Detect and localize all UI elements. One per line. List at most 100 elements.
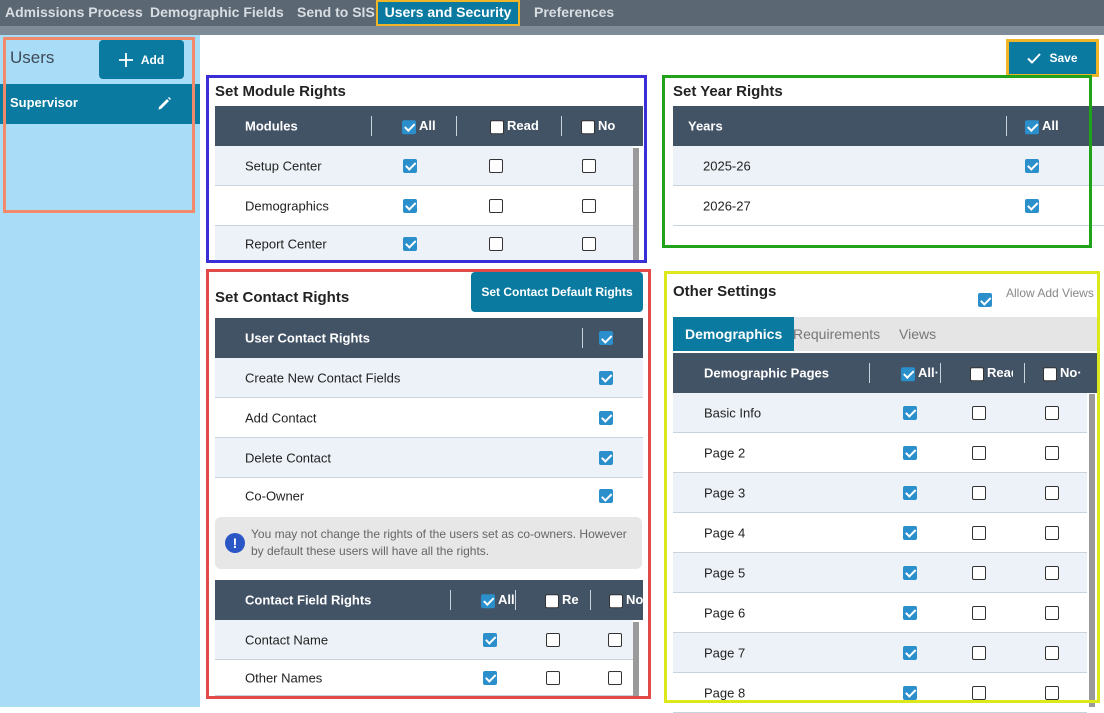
user-name: Supervisor	[10, 95, 78, 110]
module-no-header[interactable]: No	[581, 118, 615, 134]
contact-right-name: Co-Owner	[245, 488, 305, 504]
save-button[interactable]: Save	[1006, 39, 1099, 77]
field-read-header[interactable]: Re	[545, 592, 579, 608]
module-all-checkbox[interactable]	[403, 198, 417, 213]
field-read-checkbox[interactable]	[545, 593, 559, 608]
page-all-checkbox[interactable]	[903, 485, 917, 500]
page-no-checkbox[interactable]	[1045, 685, 1059, 700]
field-read-checkbox[interactable]	[546, 670, 560, 685]
page-no-checkbox[interactable]	[1045, 405, 1059, 420]
page-all-checkbox[interactable]	[903, 605, 917, 620]
pages-scrollbar[interactable]	[1089, 394, 1095, 707]
page-no-checkbox[interactable]	[1043, 366, 1057, 381]
page-all-checkbox[interactable]	[903, 645, 917, 660]
contact-field-scrollbar[interactable]	[633, 622, 639, 696]
page-read-checkbox[interactable]	[972, 565, 986, 580]
contact-right-checkbox[interactable]	[599, 450, 613, 465]
year-checkbox[interactable]	[1025, 198, 1039, 213]
demographic-page-row: Page 5	[673, 553, 1087, 593]
page-read-checkbox[interactable]	[972, 525, 986, 540]
field-no-header[interactable]: No	[609, 592, 643, 608]
tab-admissions-process[interactable]: Admissions Process	[5, 0, 143, 26]
field-all-checkbox[interactable]	[481, 593, 495, 608]
page-read-checkbox[interactable]	[972, 485, 986, 500]
module-read-checkbox[interactable]	[490, 119, 504, 134]
add-user-button[interactable]: Add	[99, 40, 184, 79]
page-no-checkbox[interactable]	[1045, 525, 1059, 540]
module-read-checkbox[interactable]	[489, 198, 503, 213]
contact-field-name: Contact Name	[245, 632, 329, 647]
user-contact-rights-all-checkbox[interactable]	[599, 331, 613, 345]
set-contact-default-rights-button[interactable]: Set Contact Default Rights	[471, 272, 643, 312]
module-no-checkbox[interactable]	[581, 119, 595, 134]
page-all-checkbox[interactable]	[903, 445, 917, 460]
page-all-checkbox[interactable]	[903, 565, 917, 580]
contact-right-checkbox[interactable]	[599, 410, 613, 425]
page-no-checkbox[interactable]	[1045, 565, 1059, 580]
tab-views[interactable]: Views	[887, 317, 948, 351]
field-all-header[interactable]: All	[481, 592, 515, 608]
module-no-checkbox[interactable]	[582, 158, 596, 173]
field-all-checkbox[interactable]	[483, 670, 497, 685]
page-read-checkbox[interactable]	[972, 405, 986, 420]
module-no-checkbox[interactable]	[582, 236, 596, 251]
contact-right-checkbox[interactable]	[599, 489, 613, 503]
module-name: Demographics	[245, 198, 329, 213]
page-no-checkbox[interactable]	[1045, 605, 1059, 620]
field-all-checkbox[interactable]	[483, 632, 497, 647]
contact-rights-title: Set Contact Rights	[215, 289, 350, 306]
field-no-checkbox[interactable]	[608, 632, 622, 647]
contact-field-rights-header: Contact Field Rights All Re No	[215, 580, 643, 620]
tab-preferences[interactable]: Preferences	[534, 0, 614, 26]
page-all-checkbox[interactable]	[901, 366, 915, 381]
demographic-page-row: Page 8	[673, 673, 1087, 713]
module-all-checkbox[interactable]	[403, 158, 417, 173]
page-read-checkbox[interactable]	[972, 605, 986, 620]
allow-add-views-checkbox[interactable]	[978, 293, 992, 307]
demographic-page-row: Page 6	[673, 593, 1087, 633]
module-read-label: Read	[507, 118, 539, 134]
page-read-checkbox[interactable]	[972, 445, 986, 460]
page-read-checkbox[interactable]	[970, 366, 984, 381]
page-no-header[interactable]: No·	[1043, 365, 1082, 381]
page-all-checkbox[interactable]	[903, 525, 917, 540]
tab-send-to-sis[interactable]: Send to SIS	[297, 0, 375, 26]
page-all-checkbox[interactable]	[903, 685, 917, 700]
module-read-header[interactable]: Read	[490, 118, 539, 134]
year-all-checkbox[interactable]	[1025, 119, 1039, 134]
tab-users-and-security[interactable]: Users and Security	[376, 0, 520, 26]
year-checkbox[interactable]	[1025, 158, 1039, 173]
page-read-header[interactable]: Read	[970, 365, 1013, 381]
user-item-supervisor[interactable]: Supervisor	[0, 84, 200, 124]
page-no-checkbox[interactable]	[1045, 445, 1059, 460]
contact-right-checkbox[interactable]	[599, 370, 613, 385]
module-read-checkbox[interactable]	[489, 158, 503, 173]
contact-right-name: Create New Contact Fields	[245, 370, 401, 385]
module-no-checkbox[interactable]	[582, 198, 596, 213]
field-no-checkbox[interactable]	[609, 593, 623, 608]
module-all-header[interactable]: All	[402, 118, 436, 134]
field-all-label: All	[498, 592, 515, 608]
pencil-icon[interactable]	[157, 96, 172, 111]
module-all-checkbox[interactable]	[403, 236, 417, 251]
module-all-checkbox[interactable]	[402, 119, 416, 134]
page-read-checkbox[interactable]	[972, 645, 986, 660]
page-no-checkbox[interactable]	[1045, 485, 1059, 500]
module-scrollbar[interactable]	[633, 148, 639, 262]
page-read-checkbox[interactable]	[972, 685, 986, 700]
page-no-checkbox[interactable]	[1045, 645, 1059, 660]
field-read-checkbox[interactable]	[546, 632, 560, 647]
tab-demographics[interactable]: Demographics	[673, 317, 795, 351]
top-nav: Admissions Process Demographic Fields Se…	[0, 0, 1104, 26]
page-name: Page 3	[704, 485, 746, 500]
module-read-checkbox[interactable]	[489, 236, 503, 251]
page-all-header[interactable]: All·	[901, 365, 939, 381]
year-row: 2025-26	[673, 146, 1104, 186]
year-all-header[interactable]: All	[1025, 118, 1059, 134]
field-no-checkbox[interactable]	[608, 670, 622, 685]
tab-demographic-fields[interactable]: Demographic Fields	[150, 0, 284, 26]
tab-requirements[interactable]: Requirements	[781, 317, 892, 351]
plus-icon	[118, 52, 133, 67]
page-all-checkbox[interactable]	[903, 405, 917, 420]
demographic-page-row: Page 7	[673, 633, 1087, 673]
